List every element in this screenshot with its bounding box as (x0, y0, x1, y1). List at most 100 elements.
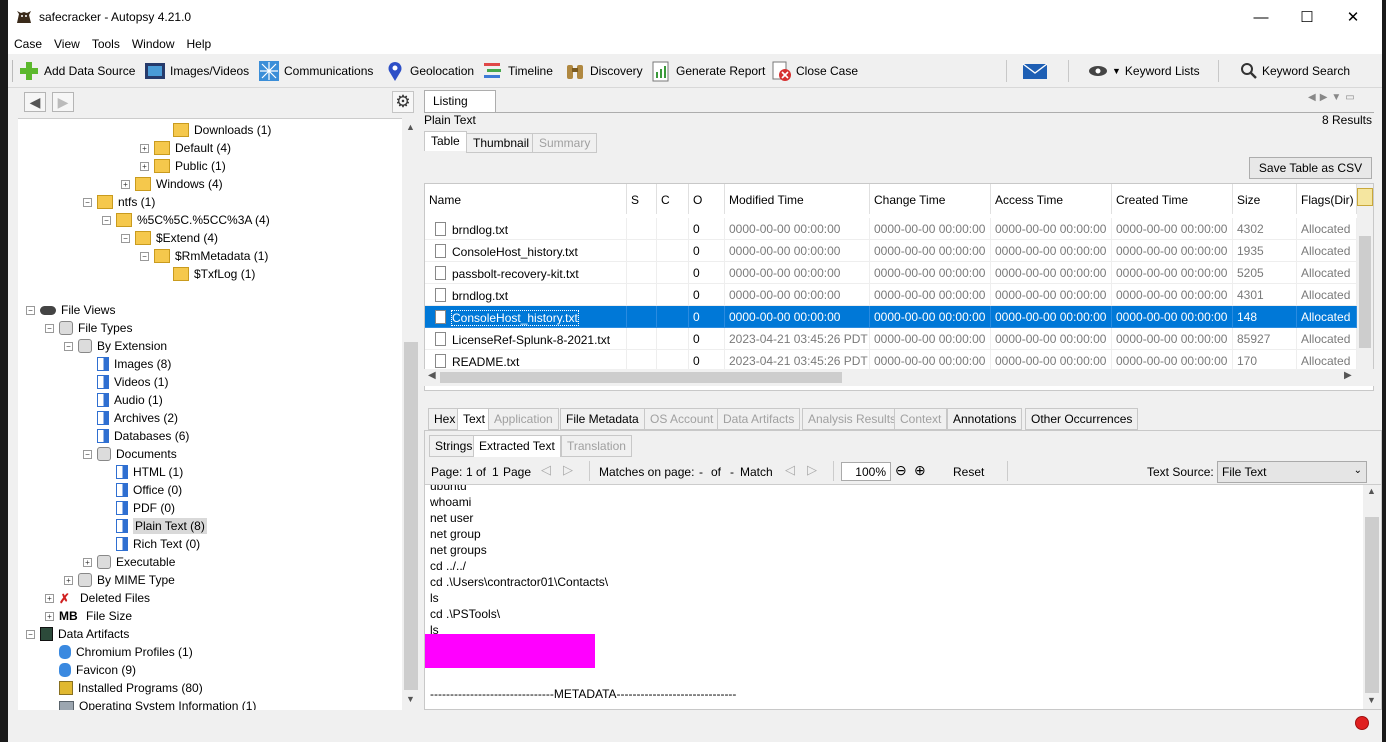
tree-item[interactable]: Installed Programs (80) (45, 679, 203, 697)
tree-item[interactable]: Downloads (1) (159, 121, 271, 139)
column-header[interactable]: C (657, 184, 689, 214)
add-data-source-button[interactable]: Add Data Source (18, 58, 135, 84)
scroll-down-arrow-icon[interactable]: ▼ (406, 694, 415, 704)
menu-window[interactable]: Window (126, 37, 181, 51)
expand-icon[interactable]: + (45, 611, 54, 621)
tab-thumbnail[interactable]: Thumbnail (466, 133, 537, 153)
column-header[interactable]: Name (425, 184, 627, 214)
next-page-button[interactable]: ▷ (563, 462, 573, 478)
tree-item[interactable]: Audio (1) (83, 391, 163, 409)
scroll-up-arrow-icon[interactable]: ▲ (406, 122, 415, 132)
collapse-icon[interactable]: − (26, 629, 35, 639)
tree-item[interactable]: + ✗ Deleted Files (45, 589, 150, 607)
collapse-icon[interactable]: − (45, 323, 54, 333)
tab-analysis-results[interactable]: Analysis Results (802, 408, 903, 430)
tree-item[interactable]: Rich Text (0) (102, 535, 200, 553)
tree-item[interactable]: Operating System Information (1) (45, 697, 256, 710)
tab-text[interactable]: Text (457, 408, 492, 430)
column-header[interactable]: Flags(Dir) (1297, 184, 1357, 214)
scroll-up-arrow-icon[interactable]: ▲ (1367, 486, 1376, 496)
tree-item[interactable]: Chromium Profiles (1) (45, 643, 193, 661)
collapse-icon[interactable]: − (102, 215, 111, 225)
tab-annotations[interactable]: Annotations (947, 408, 1023, 430)
tab-summary[interactable]: Summary (532, 133, 598, 153)
tree-item[interactable]: $TxfLog (1) (159, 265, 255, 283)
zoom-out-icon[interactable]: ⊖ (895, 462, 907, 479)
prev-match-button[interactable]: ◁ (785, 462, 795, 478)
collapse-icon[interactable]: − (26, 305, 35, 315)
tree-item[interactable]: Office (0) (102, 481, 182, 499)
column-header[interactable]: Access Time (991, 184, 1112, 214)
tree-item[interactable]: + MB File Size (45, 607, 132, 625)
tab-translation[interactable]: Translation (561, 435, 632, 457)
tree-item[interactable]: Favicon (9) (45, 661, 136, 679)
tree-item[interactable]: + By MIME Type (64, 571, 175, 589)
tab-other-occurrences[interactable]: Other Occurrences (1025, 408, 1139, 430)
tree-item[interactable]: − ntfs (1) (83, 193, 155, 211)
tree-item[interactable]: − $Extend (4) (121, 229, 218, 247)
text-scrollbar[interactable]: ▲ ▼ (1363, 485, 1381, 709)
menu-view[interactable]: View (48, 37, 86, 51)
tree-item[interactable]: + Public (1) (140, 157, 226, 175)
column-header[interactable]: O (689, 184, 725, 214)
tree-item[interactable]: − $RmMetadata (1) (140, 247, 268, 265)
tree-item[interactable]: − Data Artifacts (26, 625, 129, 643)
communications-button[interactable]: Communications (258, 58, 373, 84)
back-button[interactable]: ◀ (24, 92, 46, 112)
table-hscrollbar[interactable]: ◀ ▶ (424, 369, 1374, 386)
zoom-field[interactable]: 100% (841, 462, 891, 481)
tab-os-account[interactable]: OS Account (644, 408, 720, 430)
tree-item[interactable]: Images (8) (83, 355, 171, 373)
keyword-lists-button[interactable]: ▼ Keyword Lists (1088, 58, 1200, 84)
collapse-icon[interactable]: − (83, 197, 92, 207)
table-row[interactable]: ConsoleHost_history.txt 0 0000-00-00 00:00… (425, 240, 1357, 262)
tab-data-artifacts[interactable]: Data Artifacts (717, 408, 801, 430)
menu-help[interactable]: Help (181, 37, 218, 51)
maximize-button[interactable]: ☐ (1284, 0, 1330, 34)
column-header[interactable]: Size (1233, 184, 1297, 214)
table-scrollbar[interactable] (1357, 184, 1373, 374)
tree-item[interactable]: + Windows (4) (121, 175, 223, 193)
collapse-icon[interactable]: − (140, 251, 149, 261)
menu-case[interactable]: Case (8, 37, 48, 51)
tree-item[interactable]: PDF (0) (102, 499, 175, 517)
expand-icon[interactable]: + (64, 575, 73, 585)
collapse-icon[interactable]: − (83, 449, 92, 459)
discovery-button[interactable]: Discovery (564, 58, 643, 84)
table-row[interactable]: ConsoleHost_history.txt 0 0000-00-00 00:00… (425, 306, 1357, 328)
tab-scroll-controls[interactable]: ◀▶▼▭ (1308, 92, 1359, 103)
generate-report-button[interactable]: Generate Report (650, 58, 765, 84)
table-row[interactable]: brndlog.txt 0 0000-00-00 00:00:00 0000-00-0… (425, 284, 1357, 306)
tab-context[interactable]: Context (894, 408, 948, 430)
tab-listing[interactable]: Listing (424, 90, 496, 112)
column-header[interactable]: Modified Time (725, 184, 870, 214)
scroll-left-arrow-icon[interactable]: ◀ (428, 370, 436, 381)
error-notification-icon[interactable] (1355, 716, 1369, 730)
zoom-in-icon[interactable]: ⊕ (914, 462, 926, 479)
tree-item[interactable]: − File Types (45, 319, 132, 337)
tree-item[interactable]: − %5C%5C.%5CC%3A (4) (102, 211, 270, 229)
tree-scrollbar[interactable]: ▲ ▼ (402, 118, 420, 710)
prev-page-button[interactable]: ◁ (541, 462, 551, 478)
tab-application[interactable]: Application (488, 408, 559, 430)
tab-table[interactable]: Table (424, 131, 467, 151)
tree-item[interactable]: − Documents (83, 445, 177, 463)
column-header[interactable]: Created Time (1112, 184, 1233, 214)
inbox-button[interactable] (1022, 58, 1052, 84)
table-row[interactable]: LicenseRef-Splunk-8-2021.txt 0 2023-04-21 … (425, 328, 1357, 350)
table-row[interactable]: passbolt-recovery-kit.txt 0 0000-00-00 00:… (425, 262, 1357, 284)
tree-item[interactable]: Plain Text (8) (102, 517, 207, 535)
scroll-down-arrow-icon[interactable]: ▼ (1367, 695, 1376, 705)
tree-item[interactable]: − By Extension (64, 337, 167, 355)
images-videos-button[interactable]: Images/Videos (144, 58, 249, 84)
tree-item[interactable]: − File Views (26, 301, 115, 319)
menu-tools[interactable]: Tools (86, 37, 126, 51)
column-chooser-icon[interactable] (1357, 188, 1373, 206)
minimize-button[interactable]: — (1238, 0, 1284, 34)
tree-item[interactable]: Databases (6) (83, 427, 189, 445)
text-source-select[interactable]: File Text ⌄ (1217, 461, 1367, 483)
expand-icon[interactable]: + (45, 593, 54, 603)
tab-strings[interactable]: Strings (429, 435, 479, 457)
expand-icon[interactable]: + (121, 179, 130, 189)
keyword-search-button[interactable]: Keyword Search (1240, 58, 1350, 84)
